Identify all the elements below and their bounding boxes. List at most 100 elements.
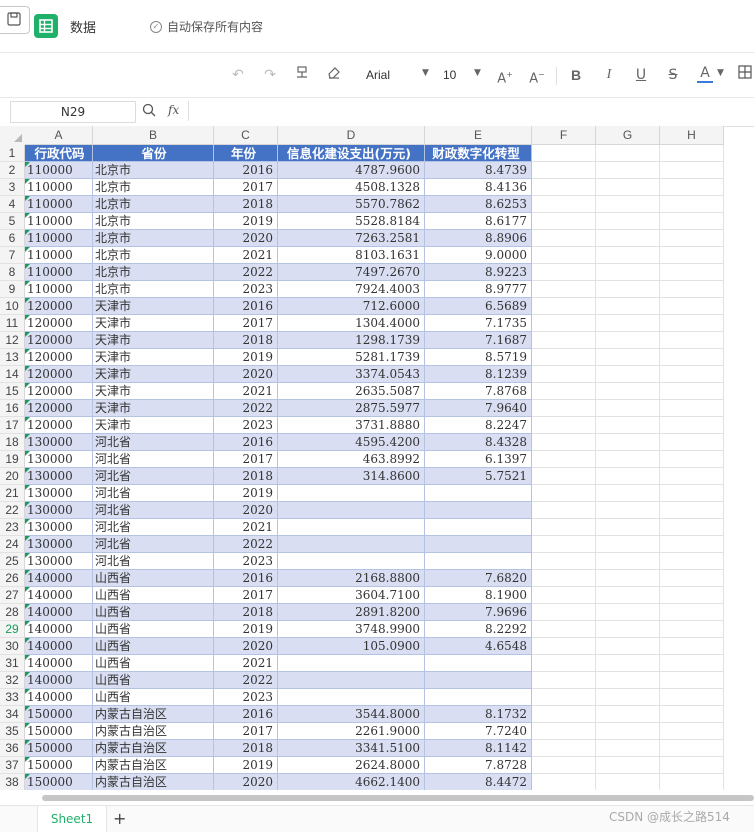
table-cell[interactable]: 内蒙古自治区	[93, 723, 214, 740]
table-cell[interactable]: 天津市	[93, 366, 214, 383]
table-cell[interactable]: 120000	[25, 417, 93, 434]
row-header[interactable]: 26	[0, 570, 25, 587]
row-header[interactable]: 38	[0, 774, 25, 790]
table-cell[interactable]: 130000	[25, 502, 93, 519]
table-cell[interactable]: 110000	[25, 264, 93, 281]
table-cell[interactable]	[596, 587, 660, 604]
table-cell[interactable]: 河北省	[93, 553, 214, 570]
table-cell[interactable]	[596, 706, 660, 723]
table-cell[interactable]: 7.9640	[425, 400, 532, 417]
row-header[interactable]: 34	[0, 706, 25, 723]
table-cell[interactable]	[660, 451, 724, 468]
table-cell[interactable]: 山西省	[93, 570, 214, 587]
row-header[interactable]: 36	[0, 740, 25, 757]
table-cell[interactable]	[532, 485, 596, 502]
table-cell[interactable]: 130000	[25, 485, 93, 502]
table-cell[interactable]: 120000	[25, 383, 93, 400]
row-header[interactable]: 21	[0, 485, 25, 502]
table-cell[interactable]: 7.7240	[425, 723, 532, 740]
table-cell[interactable]: 7.8768	[425, 383, 532, 400]
table-cell[interactable]	[660, 196, 724, 213]
table-cell[interactable]: 8.6177	[425, 213, 532, 230]
table-cell[interactable]	[596, 264, 660, 281]
table-cell[interactable]: 2017	[214, 315, 278, 332]
increase-font-icon[interactable]: A+	[496, 65, 514, 86]
table-cell[interactable]: 河北省	[93, 519, 214, 536]
table-cell[interactable]: 150000	[25, 740, 93, 757]
table-cell[interactable]	[660, 264, 724, 281]
table-cell[interactable]	[660, 706, 724, 723]
table-cell[interactable]: 2020	[214, 638, 278, 655]
table-cell[interactable]: 天津市	[93, 400, 214, 417]
table-cell[interactable]: 110000	[25, 162, 93, 179]
table-cell[interactable]: 2017	[214, 451, 278, 468]
table-cell[interactable]	[425, 553, 532, 570]
table-cell[interactable]: 4.6548	[425, 638, 532, 655]
table-cell[interactable]: 8.4472	[425, 774, 532, 790]
table-cell[interactable]: 6.1397	[425, 451, 532, 468]
column-header-C[interactable]: C	[214, 126, 278, 145]
column-header-D[interactable]: D	[278, 126, 425, 145]
row-header[interactable]: 13	[0, 349, 25, 366]
header-cell[interactable]: 行政代码	[25, 145, 93, 162]
table-cell[interactable]	[660, 281, 724, 298]
table-cell[interactable]	[532, 638, 596, 655]
table-cell[interactable]	[532, 451, 596, 468]
table-cell[interactable]	[596, 553, 660, 570]
table-cell[interactable]: 150000	[25, 723, 93, 740]
table-cell[interactable]	[532, 417, 596, 434]
table-cell[interactable]	[532, 740, 596, 757]
underline-icon[interactable]: U	[634, 65, 648, 85]
table-cell[interactable]	[278, 672, 425, 689]
table-cell[interactable]: 3604.7100	[278, 587, 425, 604]
chevron-down-icon[interactable]: ▼	[717, 68, 724, 78]
text-color-icon[interactable]: A	[697, 65, 713, 83]
table-cell[interactable]: 2023	[214, 281, 278, 298]
table-cell[interactable]: 8.4328	[425, 434, 532, 451]
table-cell[interactable]	[596, 672, 660, 689]
table-cell[interactable]	[532, 706, 596, 723]
table-cell[interactable]	[596, 162, 660, 179]
row-header[interactable]: 19	[0, 451, 25, 468]
table-cell[interactable]	[596, 740, 660, 757]
table-cell[interactable]: 2020	[214, 502, 278, 519]
table-cell[interactable]: 7.9696	[425, 604, 532, 621]
table-cell[interactable]: 2019	[214, 621, 278, 638]
table-cell[interactable]: 内蒙古自治区	[93, 774, 214, 790]
table-cell[interactable]	[596, 468, 660, 485]
table-cell[interactable]: 110000	[25, 196, 93, 213]
table-cell[interactable]: 2019	[214, 349, 278, 366]
table-cell[interactable]	[532, 519, 596, 536]
table-cell[interactable]: 130000	[25, 536, 93, 553]
table-cell[interactable]: 2020	[214, 774, 278, 790]
row-header[interactable]: 28	[0, 604, 25, 621]
table-cell[interactable]: 9.0000	[425, 247, 532, 264]
row-header[interactable]: 33	[0, 689, 25, 706]
header-cell[interactable]	[596, 145, 660, 162]
eraser-icon[interactable]	[326, 65, 342, 85]
table-cell[interactable]: 150000	[25, 774, 93, 790]
table-cell[interactable]: 120000	[25, 400, 93, 417]
table-cell[interactable]	[278, 485, 425, 502]
table-cell[interactable]	[660, 536, 724, 553]
table-cell[interactable]: 463.8992	[278, 451, 425, 468]
table-cell[interactable]: 8.8906	[425, 230, 532, 247]
table-cell[interactable]: 110000	[25, 179, 93, 196]
table-cell[interactable]	[532, 468, 596, 485]
table-cell[interactable]: 130000	[25, 451, 93, 468]
table-cell[interactable]: 2021	[214, 383, 278, 400]
table-cell[interactable]	[532, 179, 596, 196]
table-cell[interactable]	[660, 655, 724, 672]
table-cell[interactable]: 2168.8800	[278, 570, 425, 587]
table-cell[interactable]	[425, 689, 532, 706]
table-cell[interactable]: 2023	[214, 689, 278, 706]
table-cell[interactable]	[532, 349, 596, 366]
select-all-corner[interactable]	[0, 126, 26, 146]
table-cell[interactable]: 2891.8200	[278, 604, 425, 621]
table-cell[interactable]: 2019	[214, 213, 278, 230]
table-cell[interactable]: 140000	[25, 621, 93, 638]
table-cell[interactable]	[425, 519, 532, 536]
table-cell[interactable]: 140000	[25, 604, 93, 621]
table-cell[interactable]: 2016	[214, 298, 278, 315]
row-header[interactable]: 15	[0, 383, 25, 400]
